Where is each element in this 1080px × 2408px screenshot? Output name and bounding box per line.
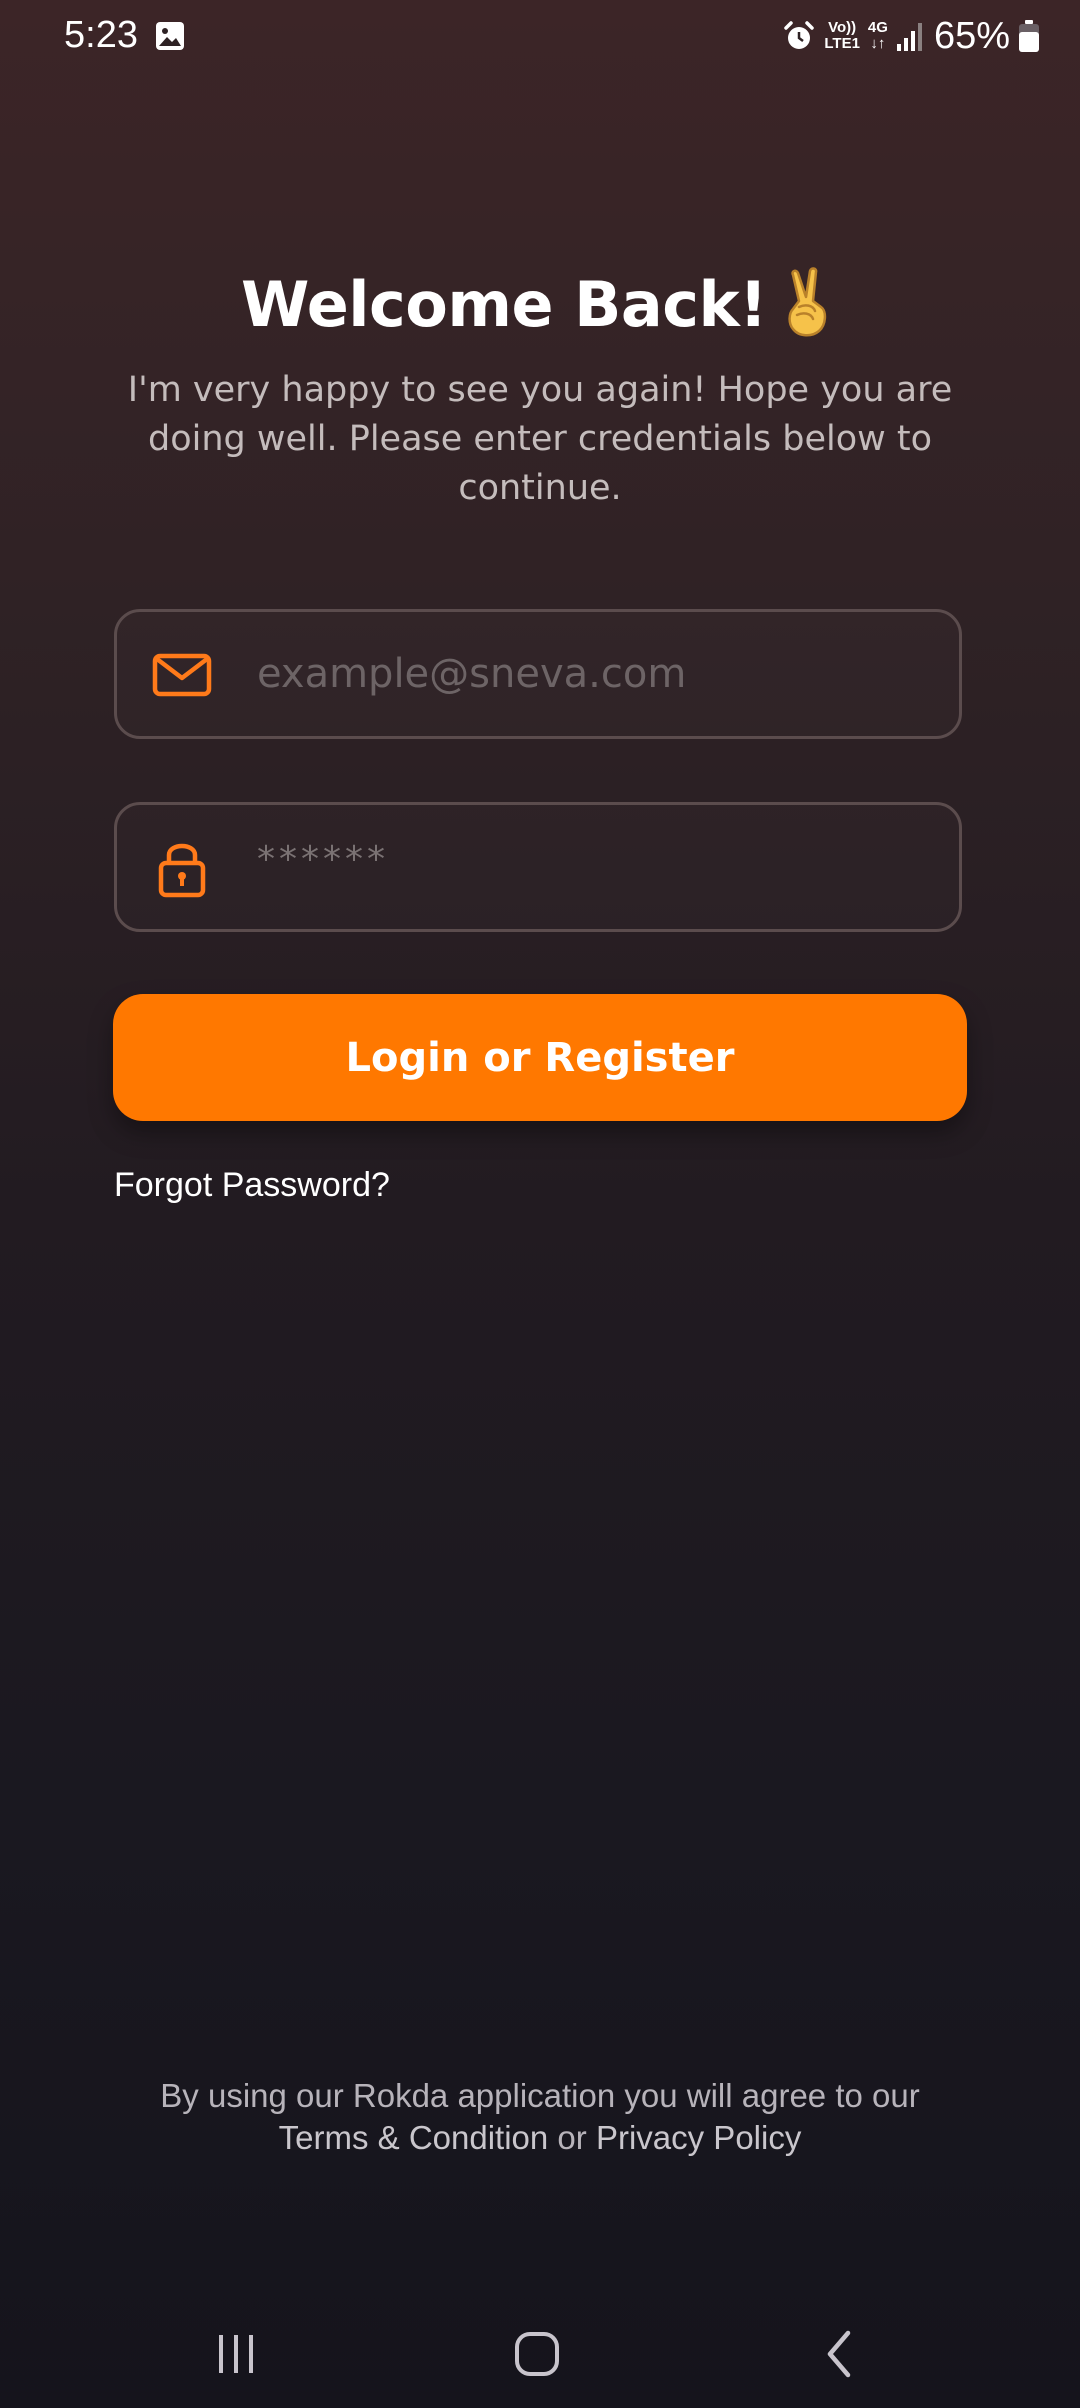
terms-link[interactable]: Terms & Condition [279,2119,549,2156]
lock-icon [158,843,206,898]
mail-icon [152,653,212,697]
recent-apps-button[interactable] [176,2314,296,2394]
status-bar: 5:23 Vo)) LTE1 4G ↓↑ 65% [0,0,1080,72]
password-field[interactable] [114,797,962,932]
data-type-label: 4G [867,19,888,36]
alarm-icon [784,21,815,49]
privacy-link[interactable]: Privacy Policy [596,2119,801,2156]
gallery-icon [156,22,184,50]
signal-icon [896,23,922,51]
home-icon [515,2332,559,2376]
footer-joiner: or [548,2119,596,2156]
password-input[interactable] [257,797,937,921]
data-arrows-icon: ↓↑ [870,35,886,52]
peace-hand-icon [788,267,827,337]
welcome-title: Welcome Back! [241,268,767,341]
back-button[interactable] [780,2314,900,2394]
status-time: 5:23 [64,14,138,56]
footer-prefix: By using our Rokda application you will … [160,2077,920,2114]
network-bottom: LTE1 [824,35,860,52]
battery-icon [1019,20,1039,52]
page-title: Welcome Back! [0,267,1080,345]
battery-percent: 65% [933,14,1010,57]
email-field[interactable] [114,609,962,739]
terms-footer: By using our Rokda application you will … [90,2075,990,2159]
network-label: Vo)) LTE1 [824,20,860,52]
email-input[interactable] [257,612,937,736]
data-type: 4G ↓↑ [868,20,888,52]
back-icon [827,2330,851,2378]
status-right-group: Vo)) LTE1 4G ↓↑ 65% [782,14,1040,58]
subtitle: I'm very happy to see you again! Hope yo… [127,370,953,508]
home-button[interactable] [477,2314,597,2394]
forgot-password-link[interactable]: Forgot Password? [114,1166,390,1205]
login-register-button[interactable]: Login or Register [113,994,967,1121]
recent-apps-icon [219,2335,253,2373]
network-top: Vo)) [828,19,857,36]
system-nav-bar [0,2300,1080,2408]
